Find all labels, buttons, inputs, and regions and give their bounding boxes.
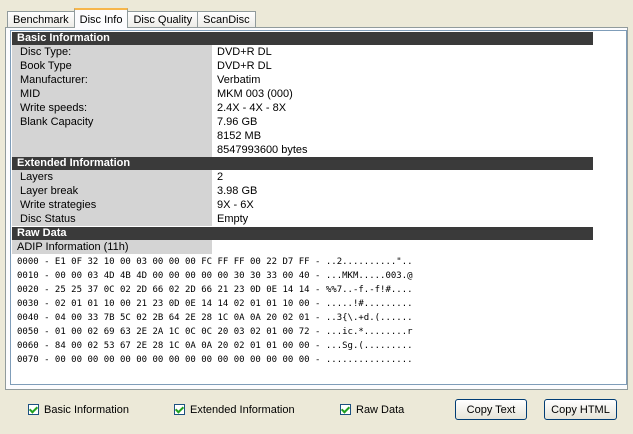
disc-info-view[interactable]: Basic Information Disc Type: DVD+R DL Bo… — [10, 30, 627, 385]
extended-info-checkbox[interactable]: Extended Information — [174, 402, 295, 417]
layer-break-value: 3.98 GB — [217, 185, 258, 197]
basic-info-header: Basic Information — [12, 32, 593, 45]
tab-strip: Benchmark Disc Info Disc Quality ScanDis… — [7, 8, 256, 28]
book-type-value: DVD+R DL — [217, 60, 272, 72]
disc-status-value: Empty — [217, 213, 249, 225]
tab-scandisc[interactable]: ScanDisc — [197, 11, 256, 28]
mid-label: MID — [12, 87, 212, 101]
write-speeds-label: Write speeds: — [12, 101, 212, 115]
write-strategies-value: 9X - 6X — [217, 199, 254, 211]
copy-text-button[interactable]: Copy Text — [455, 399, 527, 420]
checkmark-icon[interactable] — [28, 404, 39, 415]
disc-type-label: Disc Type: — [12, 45, 212, 59]
hex-line: 0030 - 02 01 01 10 00 21 23 0D 0E 14 14 … — [17, 299, 413, 309]
book-type-label: Book Type — [12, 59, 212, 73]
copy-html-button[interactable]: Copy HTML — [544, 399, 617, 420]
checkmark-icon[interactable] — [340, 404, 351, 415]
adip-info-label: ADIP Information (11h) — [12, 240, 212, 254]
layers-label: Layers — [12, 170, 212, 184]
blank-capacity-gb: 7.96 GB — [217, 116, 258, 128]
blank-capacity-bytes: 8547993600 bytes — [217, 144, 308, 156]
basic-info-checkbox-label: Basic Information — [44, 403, 129, 416]
hex-line: 0060 - 84 00 02 53 67 2E 28 1C 0A 0A 20 … — [17, 341, 413, 351]
disc-status-label: Disc Status — [12, 212, 212, 226]
blank-capacity-mb: 8152 MB — [217, 130, 262, 142]
disc-type-value: DVD+R DL — [217, 46, 272, 58]
mid-value: MKM 003 (000) — [217, 88, 293, 100]
hex-line: 0050 - 01 00 02 69 63 2E 2A 1C 0C 0C 20 … — [17, 327, 413, 337]
tab-disc-quality[interactable]: Disc Quality — [127, 11, 199, 28]
write-speeds-value: 2.4X - 4X - 8X — [217, 102, 287, 114]
hex-line: 0000 - E1 0F 32 10 00 03 00 00 00 FC FF … — [17, 257, 413, 267]
manufacturer-label: Manufacturer: — [12, 73, 212, 87]
hex-line: 0020 - 25 25 37 0C 02 2D 66 02 2D 66 21 … — [17, 285, 413, 295]
tab-benchmark[interactable]: Benchmark — [7, 11, 75, 28]
layer-break-label: Layer break — [12, 184, 212, 198]
manufacturer-value: Verbatim — [217, 74, 261, 86]
raw-data-checkbox-label: Raw Data — [356, 403, 405, 416]
extended-info-header: Extended Information — [12, 157, 593, 170]
raw-data-checkbox[interactable]: Raw Data — [340, 402, 404, 417]
basic-info-checkbox[interactable]: Basic Information — [28, 402, 129, 417]
hex-line: 0070 - 00 00 00 00 00 00 00 00 00 00 00 … — [17, 355, 413, 365]
hex-line: 0010 - 00 00 03 4D 4B 4D 00 00 00 00 00 … — [17, 271, 413, 281]
hex-line: 0040 - 04 00 33 7B 5C 02 2B 64 2E 28 1C … — [17, 313, 413, 323]
tab-disc-info[interactable]: Disc Info — [73, 8, 129, 28]
write-strategies-label: Write strategies — [12, 198, 212, 212]
raw-data-header: Raw Data — [12, 227, 593, 240]
layers-value: 2 — [217, 171, 224, 183]
extended-info-checkbox-label: Extended Information — [190, 403, 295, 416]
blank-capacity-label: Blank Capacity — [12, 115, 212, 157]
checkmark-icon[interactable] — [174, 404, 185, 415]
